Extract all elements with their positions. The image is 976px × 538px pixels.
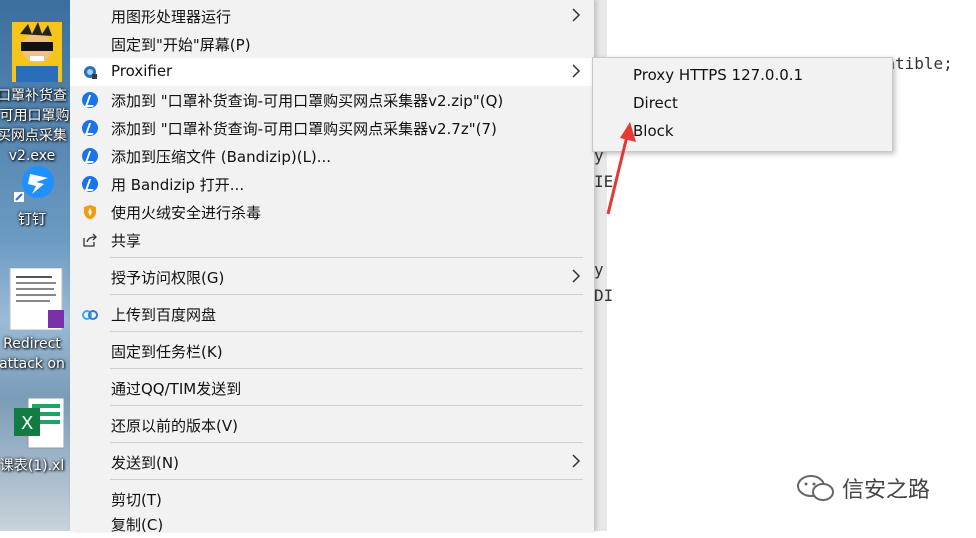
menu-item-label: 固定到任务栏(K)	[111, 343, 223, 361]
menu-item-label: 上传到百度网盘	[111, 306, 217, 324]
baidu-netdisk-icon	[82, 310, 98, 320]
chevron-right-icon	[572, 64, 581, 78]
desktop-icon-label: 钉钉	[18, 212, 46, 228]
menu-item-copy[interactable]: 复制(C)	[70, 510, 594, 538]
bandizip-icon	[82, 120, 98, 136]
desktop-strip: 口罩补货查 -可用口罩购 买网点采集 v2.exe 钉钉 Redirect at…	[0, 0, 70, 531]
menu-item-label: 使用火绒安全进行杀毒	[111, 204, 262, 222]
background-fragment: DI	[594, 286, 614, 305]
menu-item-baidu-upload[interactable]: 上传到百度网盘	[70, 300, 594, 328]
watermark: 信安之路	[796, 472, 930, 504]
annotation-arrow-icon	[606, 122, 636, 215]
menu-item-label: 添加到 "口罩补货查询-可用口罩购买网点采集器v2.zip"(Q)	[111, 92, 504, 110]
menu-item-send-to[interactable]: 发送到(N)	[70, 448, 594, 476]
menu-item-label: 用 Bandizip 打开...	[111, 176, 245, 194]
background-fragment: y	[594, 260, 604, 279]
menu-item-open-bandizip[interactable]: 用 Bandizip 打开...	[70, 170, 594, 198]
menu-separator	[110, 368, 583, 369]
menu-item-huorong-scan[interactable]: 使用火绒安全进行杀毒	[70, 198, 594, 226]
menu-item-label: 用图形处理器运行	[111, 8, 232, 26]
submenu-item-proxy-https[interactable]: Proxy HTTPS 127.0.0.1	[633, 66, 803, 84]
menu-item-label: Proxifier	[111, 62, 173, 80]
menu-item-label: 固定到"开始"屏幕(P)	[111, 36, 251, 54]
menu-separator	[110, 294, 583, 295]
menu-separator	[110, 442, 583, 443]
menu-item-label: 剪切(T)	[111, 491, 162, 509]
huorong-shield-icon	[84, 205, 96, 220]
menu-item-label: 发送到(N)	[111, 454, 179, 472]
menu-item-add-archive[interactable]: 添加到压缩文件 (Bandizip)(L)...	[70, 142, 594, 170]
menu-item-label: 添加到 "口罩补货查询-可用口罩购买网点采集器v2.7z"(7)	[111, 120, 497, 138]
menu-item-label: 授予访问权限(G)	[111, 269, 225, 287]
desktop-icon-label: 口罩补货查 -可用口罩购 买网点采集 v2.exe	[0, 88, 70, 164]
share-icon	[83, 233, 97, 247]
excel-icon[interactable]: X	[8, 397, 65, 450]
menu-item-send-qq[interactable]: 通过QQ/TIM发送到	[70, 374, 594, 402]
bandizip-icon	[82, 176, 98, 192]
proxifier-icon	[84, 66, 97, 79]
menu-item-add-zip[interactable]: 添加到 "口罩补货查询-可用口罩购买网点采集器v2.zip"(Q)	[70, 86, 594, 114]
menu-separator	[110, 405, 583, 406]
chevron-right-icon	[572, 8, 581, 22]
chevron-right-icon	[572, 454, 581, 468]
context-menu: 用图形处理器运行 固定到"开始"屏幕(P) Proxifier 添加到 "口罩补…	[70, 0, 595, 534]
menu-separator	[110, 257, 583, 258]
menu-item-pin-start[interactable]: 固定到"开始"屏幕(P)	[70, 30, 594, 58]
mask-app-icon[interactable]	[8, 22, 64, 84]
menu-item-cut[interactable]: 剪切(T)	[70, 485, 594, 513]
menu-item-proxifier[interactable]: Proxifier	[70, 58, 594, 86]
menu-item-label: 还原以前的版本(V)	[111, 417, 238, 435]
chevron-right-icon	[572, 269, 581, 283]
bandizip-icon	[82, 148, 98, 164]
submenu-item-direct[interactable]: Direct	[633, 94, 678, 112]
bandizip-icon	[82, 92, 98, 108]
menu-separator	[110, 479, 583, 480]
svg-text:X: X	[21, 413, 33, 434]
menu-item-gpu-run[interactable]: 用图形处理器运行	[70, 2, 594, 30]
wechat-icon	[797, 475, 834, 501]
menu-item-add-7z[interactable]: 添加到 "口罩补货查询-可用口罩购买网点采集器v2.7z"(7)	[70, 114, 594, 142]
dingtalk-icon[interactable]	[8, 164, 64, 204]
menu-item-share[interactable]: 共享	[70, 226, 594, 254]
document-icon[interactable]	[8, 267, 64, 331]
menu-item-pin-taskbar[interactable]: 固定到任务栏(K)	[70, 337, 594, 365]
desktop-icon-label: 课表(1).xl	[0, 458, 65, 474]
menu-item-label: 添加到压缩文件 (Bandizip)(L)...	[111, 148, 332, 166]
menu-item-label: 共享	[111, 232, 142, 250]
menu-item-grant-access[interactable]: 授予访问权限(G)	[70, 263, 594, 291]
menu-item-label: 复制(C)	[111, 516, 164, 534]
menu-item-restore-versions[interactable]: 还原以前的版本(V)	[70, 411, 594, 439]
watermark-text: 信安之路	[842, 478, 931, 503]
menu-separator	[110, 331, 583, 332]
desktop-icon-label: Redirect attack on	[0, 336, 65, 372]
menu-item-label: 通过QQ/TIM发送到	[111, 380, 242, 398]
